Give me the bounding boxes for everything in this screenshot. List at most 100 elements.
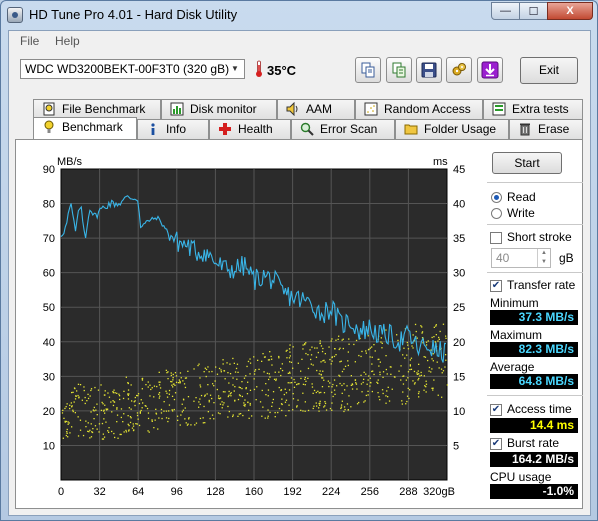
access-time-point	[360, 355, 362, 358]
access-time-point	[171, 395, 174, 397]
tab-aam[interactable]: AAM	[277, 99, 355, 119]
tab-error-scan[interactable]: Error Scan	[291, 119, 395, 139]
transfer-rate-checkbox[interactable]: ✔	[490, 280, 502, 292]
drive-select[interactable]: WDC WD3200BEKT-00F3T0 (320 gB) ▼	[20, 59, 245, 79]
spinner-arrows-icon[interactable]: ▲ ▼	[537, 249, 550, 267]
access-time-point	[108, 396, 111, 398]
tab-disk-monitor[interactable]: Disk monitor	[161, 99, 277, 119]
access-time-point	[423, 375, 425, 377]
access-time-point	[182, 380, 184, 382]
access-time-point	[310, 363, 312, 365]
access-time-point	[198, 406, 200, 408]
access-time-point	[174, 392, 177, 394]
access-time-point	[300, 377, 302, 380]
copy-button[interactable]	[355, 57, 381, 83]
exit-button[interactable]: Exit	[520, 57, 578, 84]
extra-tests-icon	[492, 102, 506, 116]
short-stroke-size-input[interactable]: 40 ▲ ▼	[491, 248, 551, 268]
options-button[interactable]	[446, 57, 472, 83]
access-time-point	[329, 358, 331, 361]
access-time-point	[277, 411, 279, 414]
access-time-point	[227, 395, 229, 398]
tab-info[interactable]: Info	[137, 119, 209, 139]
access-time-point	[249, 362, 252, 364]
access-time-point	[318, 373, 320, 375]
access-time-point	[193, 368, 195, 370]
access-time-point	[212, 383, 214, 385]
access-time-point	[240, 413, 242, 415]
access-time-point	[263, 371, 265, 373]
access-time-point	[168, 389, 171, 392]
access-time-point	[209, 394, 212, 396]
access-time-point	[287, 382, 289, 384]
menu-file[interactable]: File	[20, 34, 39, 48]
benchmark-panel: MB/s ms 10 20 30 40 50 60 70 80 90 5 10 15 20 25 30 35 40 4…	[15, 139, 583, 509]
access-time-point	[198, 363, 200, 365]
title-bar[interactable]: HD Tune Pro 4.01 - Hard Disk Utility — ☐…	[1, 1, 597, 29]
tab-benchmark[interactable]: Benchmark	[33, 117, 137, 139]
access-time-point	[184, 418, 186, 420]
short-stroke-checkbox[interactable]	[490, 232, 502, 244]
minimum-label: Minimum	[490, 296, 539, 310]
access-time-point	[317, 390, 319, 392]
right-axis-unit: ms	[433, 156, 448, 168]
access-time-point	[307, 409, 310, 412]
access-time-point	[287, 372, 289, 374]
burst-rate-checkbox[interactable]: ✔	[490, 438, 502, 450]
drive-select-value: WDC WD3200BEKT-00F3T0 (320 gB)	[25, 62, 230, 76]
access-time-point	[407, 387, 409, 389]
access-time-point	[442, 323, 445, 325]
access-time-point	[168, 404, 171, 406]
access-time-point	[317, 351, 319, 354]
download-button[interactable]	[477, 57, 503, 83]
access-time-point	[297, 383, 299, 385]
tab-erase[interactable]: Erase	[509, 119, 583, 139]
write-radio[interactable]	[491, 208, 502, 219]
short-stroke-label: Short stroke	[507, 230, 572, 244]
access-time-point	[292, 393, 294, 395]
tab-random-access[interactable]: Random Access	[355, 99, 483, 119]
access-time-point	[420, 371, 422, 374]
maximize-button[interactable]: ☐	[519, 2, 548, 20]
access-time-point	[219, 413, 221, 415]
app-window: HD Tune Pro 4.01 - Hard Disk Utility — ☐…	[0, 0, 598, 521]
tab-extra-tests[interactable]: Extra tests	[483, 99, 583, 119]
minimize-button[interactable]: —	[491, 2, 520, 20]
burst-rate-label: Burst rate	[507, 436, 560, 450]
access-time-point	[409, 364, 411, 366]
access-time-point	[388, 400, 391, 402]
access-time-checkbox[interactable]: ✔	[490, 404, 502, 416]
access-time-point	[374, 350, 376, 352]
access-time-point	[64, 407, 66, 410]
access-time-point	[278, 357, 280, 359]
access-time-point	[369, 356, 371, 358]
temperature-readout: 35°C	[267, 63, 297, 78]
save-button[interactable]	[416, 57, 442, 83]
access-time-point	[199, 403, 201, 405]
access-time-point	[158, 417, 160, 419]
access-time-point	[200, 394, 203, 397]
access-time-point	[285, 415, 287, 417]
access-time-point	[262, 406, 264, 408]
menu-help[interactable]: Help	[55, 34, 80, 48]
health-cross-icon	[219, 123, 231, 135]
access-time-point	[100, 384, 102, 386]
tab-health[interactable]: Health	[209, 119, 291, 139]
access-time-point	[304, 410, 306, 412]
access-time-point	[329, 382, 331, 384]
access-time-point	[62, 409, 64, 411]
access-time-point	[204, 394, 206, 396]
tab-folder-usage[interactable]: Folder Usage	[395, 119, 509, 139]
read-radio[interactable]	[491, 192, 502, 203]
tab-label: Info	[166, 122, 187, 136]
access-time-point	[292, 409, 294, 411]
start-button[interactable]: Start	[492, 152, 562, 174]
copy-info-button[interactable]	[386, 57, 412, 83]
access-time-point	[132, 429, 135, 432]
close-button[interactable]: X	[547, 2, 593, 20]
tab-file-benchmark[interactable]: File Benchmark	[33, 99, 161, 119]
access-time-point	[161, 417, 163, 420]
access-time-point	[290, 361, 293, 363]
access-time-point	[407, 371, 410, 373]
access-time-point	[104, 412, 106, 414]
